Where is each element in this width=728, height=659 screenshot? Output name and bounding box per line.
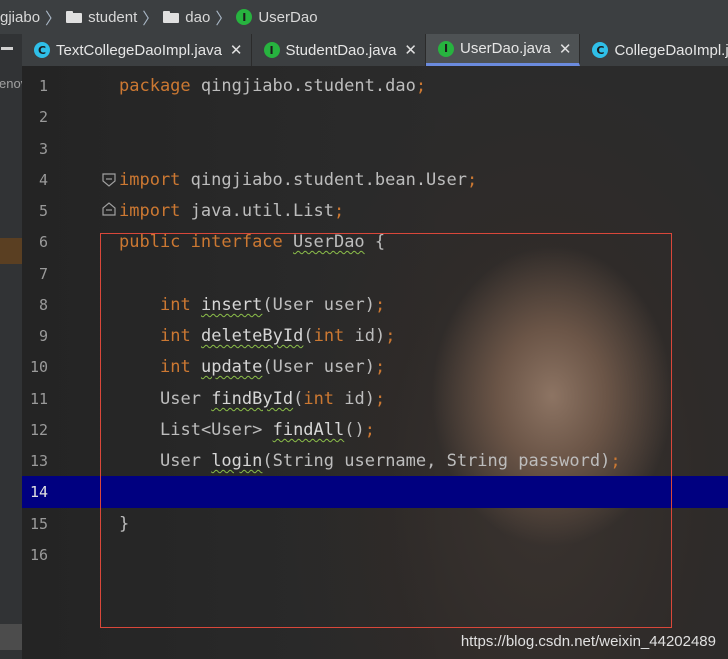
breadcrumb: gjiabo 〉 student 〉 dao 〉 I UserDao	[0, 0, 728, 34]
line-number: 14	[29, 483, 48, 501]
breadcrumb-item-dao[interactable]: dao	[163, 9, 210, 26]
line-number: 13	[29, 452, 48, 470]
class-icon: C	[592, 42, 609, 58]
keyword: import	[119, 170, 181, 190]
tab-label: TextCollegeDaoImpl.java	[56, 41, 222, 59]
tab-studentdao[interactable]: I StudentDao.java ✕	[252, 34, 426, 66]
interface-icon: I	[263, 42, 280, 58]
breadcrumb-item-gjiabo[interactable]: gjiabo	[0, 9, 40, 26]
semicolon: ;	[415, 76, 427, 96]
line-number: 11	[29, 390, 48, 408]
line-number: 3	[38, 140, 48, 158]
tab-label: CollegeDaoImpl.java	[614, 41, 728, 59]
tab-collegedaoimpl[interactable]: C CollegeDaoImpl.java	[580, 34, 728, 66]
fold-start-icon[interactable]	[102, 173, 116, 187]
class-icon: C	[34, 42, 50, 58]
watermark: https://blog.csdn.net/weixin_44202489	[460, 633, 716, 650]
interface-icon: I	[438, 40, 454, 57]
line-number: 7	[38, 265, 48, 283]
breadcrumb-label: UserDao	[258, 8, 318, 26]
chevron-right-icon: 〉	[45, 11, 62, 28]
import-path: qingjiabo.student.bean.User	[180, 170, 467, 190]
tab-userdao[interactable]: I UserDao.java ✕	[426, 34, 581, 66]
line-number: 12	[29, 421, 48, 439]
folder-icon	[66, 11, 83, 23]
line-number: 4	[38, 171, 48, 189]
tab-label: UserDao.java	[460, 40, 551, 57]
left-tool-strip: enov	[0, 34, 23, 659]
code-line-4: import qingjiabo.student.bean.User;	[119, 170, 477, 190]
chevron-right-icon: 〉	[142, 11, 159, 28]
semicolon: ;	[333, 201, 345, 221]
line-number: 5	[38, 202, 48, 220]
keyword: package	[119, 76, 191, 96]
minimize-icon[interactable]	[1, 47, 13, 50]
semicolon: ;	[467, 170, 478, 190]
fold-end-icon[interactable]	[102, 202, 116, 216]
folder-icon	[163, 11, 180, 23]
import-path: java.util.List	[180, 201, 334, 221]
tab-textcollegedaoimpl[interactable]: C TextCollegeDaoImpl.java ✕	[22, 34, 252, 66]
line-number: 8	[38, 296, 48, 314]
line-number: 15	[29, 515, 48, 533]
code-line-5: import java.util.List;	[119, 201, 344, 221]
sidebar-scroll-block[interactable]	[0, 624, 22, 650]
editor-tabs: C TextCollegeDaoImpl.java ✕ I StudentDao…	[22, 34, 728, 67]
line-number: 2	[38, 108, 48, 126]
package-path: qingjiabo.student.dao	[190, 76, 416, 96]
close-icon[interactable]: ✕	[404, 41, 417, 59]
breadcrumb-item-student[interactable]: student	[66, 9, 137, 26]
sidebar-partial-text: enov	[0, 76, 22, 91]
tab-label: StudentDao.java	[285, 41, 397, 59]
breadcrumb-label: gjiabo	[0, 8, 41, 26]
line-number: 10	[29, 358, 48, 376]
breadcrumb-label: dao	[185, 8, 211, 26]
chevron-right-icon: 〉	[215, 11, 232, 28]
breadcrumb-item-userdao[interactable]: I UserDao	[236, 8, 318, 26]
close-icon[interactable]: ✕	[230, 41, 243, 59]
code-editor[interactable]: 1 2 3 4 5 6 7 8 9 10 11 12 13 14 15 16 p…	[22, 66, 728, 659]
line-number: 16	[29, 546, 48, 564]
line-number: 9	[38, 327, 48, 345]
interface-icon: I	[236, 9, 253, 25]
breadcrumb-label: student	[88, 8, 138, 26]
line-number-gutter: 1 2 3 4 5 6 7 8 9 10 11 12 13 14 15 16	[22, 66, 70, 659]
close-icon[interactable]: ✕	[559, 40, 572, 58]
code-line-1: package qingjiabo.student.dao;	[119, 76, 426, 96]
line-number: 6	[38, 233, 48, 251]
annotation-box	[100, 233, 672, 628]
sidebar-selected-item[interactable]	[0, 238, 22, 264]
keyword: import	[119, 201, 181, 221]
line-number: 1	[38, 77, 48, 95]
